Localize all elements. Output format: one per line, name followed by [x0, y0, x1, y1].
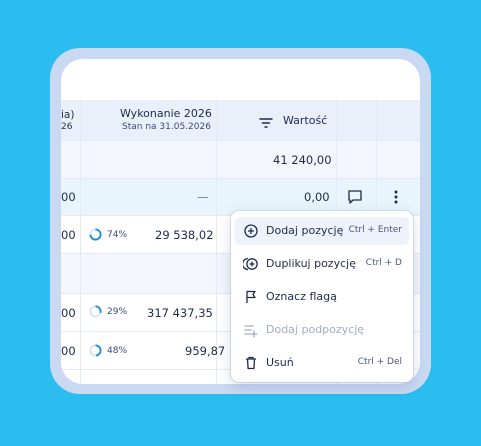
- column-divider: [80, 100, 81, 384]
- row6-percent: 48%: [107, 346, 128, 356]
- context-menu: Dodaj pozycję Ctrl + Enter Duplikuj pozy…: [231, 211, 413, 382]
- table-row[interactable]: [61, 141, 420, 179]
- row3-value: 29 538,02: [155, 228, 214, 242]
- header-left-line2: 26: [61, 122, 73, 132]
- duplicate-icon: [241, 256, 259, 272]
- row2-wartosc: 0,00: [304, 190, 330, 204]
- header-wykonanie-subtitle: Stan na 31.05.2026: [122, 122, 211, 132]
- menu-item-label: Dodaj pozycję: [266, 224, 344, 237]
- progress-ring: [89, 344, 102, 357]
- add-subitem-icon: [243, 322, 259, 338]
- trash-icon: [243, 355, 259, 371]
- menu-item-shortcut: Ctrl + Enter: [348, 225, 402, 235]
- menu-item-label: Duplikuj pozycję: [266, 257, 356, 270]
- menu-item-shortcut: Ctrl + D: [365, 258, 402, 268]
- row3-percent: 74%: [107, 230, 128, 240]
- menu-item-duplicate-position[interactable]: Duplikuj pozycję Ctrl + D: [235, 250, 409, 278]
- menu-item-label: Usuń: [266, 356, 294, 369]
- menu-item-add-subposition: Dodaj podpozycję: [235, 316, 409, 344]
- menu-item-add-position[interactable]: Dodaj pozycję Ctrl + Enter: [235, 217, 409, 245]
- more-options-icon[interactable]: [391, 189, 401, 205]
- menu-item-label: Oznacz flagą: [266, 290, 337, 303]
- menu-item-delete[interactable]: Usuń Ctrl + Del: [235, 349, 409, 377]
- progress-ring: [89, 305, 102, 318]
- row1-wartosc: 41 240,00: [273, 153, 332, 167]
- row5-percent: 29%: [107, 307, 128, 317]
- row5-left-value: 00: [61, 306, 76, 320]
- header-wartosc[interactable]: Wartość: [283, 114, 327, 127]
- filter-icon[interactable]: [259, 114, 273, 128]
- menu-item-label: Dodaj podpozycję: [266, 323, 365, 336]
- row5-value: 317 437,35: [147, 306, 213, 320]
- progress-ring: [89, 228, 102, 241]
- plus-circle-icon: [243, 223, 259, 239]
- column-divider: [216, 100, 217, 384]
- header-wykonanie-title: Wykonanie 2026: [120, 107, 212, 120]
- menu-item-flag[interactable]: Oznacz flagą: [235, 283, 409, 311]
- table-header: [61, 100, 420, 141]
- flag-icon: [243, 289, 259, 305]
- row6-left-value: 00: [61, 344, 76, 358]
- row2-dash: —: [197, 190, 209, 204]
- row3-left-value: 00: [61, 228, 76, 242]
- comment-icon[interactable]: [347, 189, 363, 204]
- row2-left-value: 00: [61, 190, 76, 204]
- menu-item-shortcut: Ctrl + Del: [357, 357, 402, 367]
- header-left-line1: ia): [61, 109, 75, 121]
- row6-value: 959,87: [185, 344, 226, 358]
